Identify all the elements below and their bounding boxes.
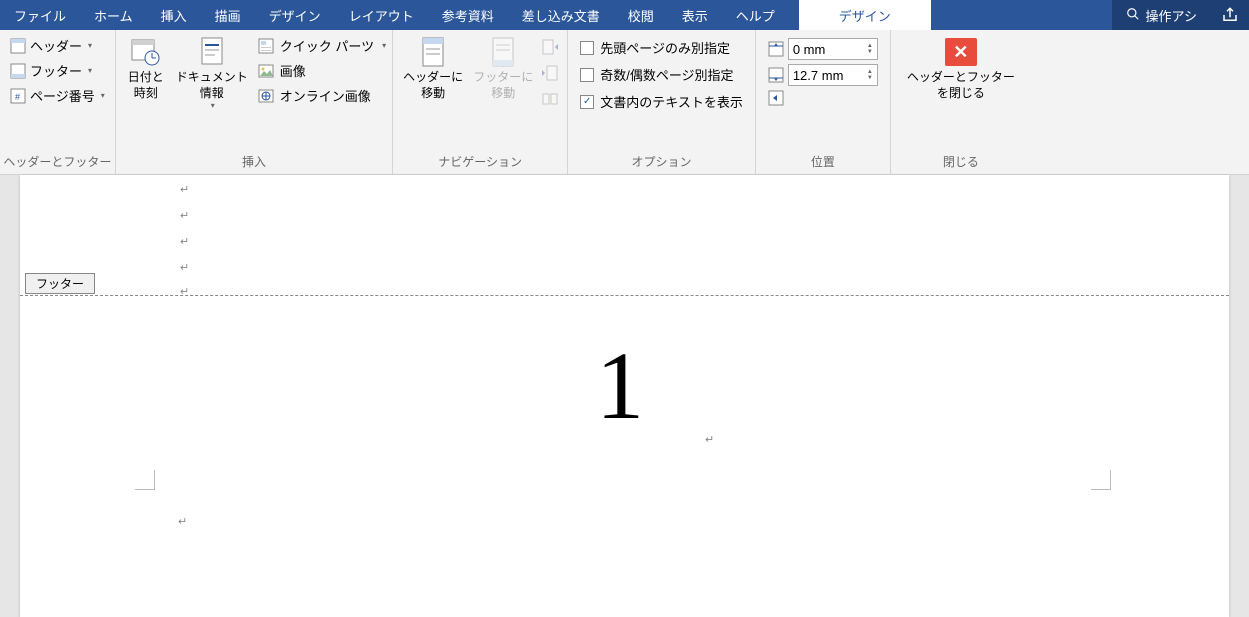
dropdown-arrow-icon: ▾ [382,41,386,50]
next-button[interactable] [541,64,559,82]
datetime-icon [130,36,162,68]
menu-insert[interactable]: 挿入 [147,0,201,30]
paragraph-mark: ↵ [178,515,187,528]
group-label: ナビゲーション [393,151,567,174]
document-area[interactable]: ↵ ↵ ↵ ↵ ↵ フッター 1 ↵ ↵ [20,175,1229,617]
ribbon-group-header-footer: ヘッダー ▾ フッター ▾ # ページ番号 ▾ ヘッダーとフッター [0,30,116,174]
image-icon [258,63,274,79]
insert-alignment-tab-icon[interactable] [768,90,784,106]
paragraph-mark: ↵ [180,285,189,298]
header-from-top-icon [768,41,784,57]
dropdown-arrow-icon: ▾ [211,101,215,111]
spinner-icon[interactable]: ▲▼ [867,69,873,81]
goto-footer-icon [487,36,519,68]
paragraph-mark: ↵ [180,235,189,248]
menu-file[interactable]: ファイル [0,0,80,30]
footer-icon [10,63,26,79]
group-label: オプション [568,151,755,174]
spinner-icon[interactable]: ▲▼ [867,43,873,55]
menu-help[interactable]: ヘルプ [722,0,789,30]
ribbon-group-close: ✕ ヘッダーとフッター を閉じる 閉じる [891,30,1031,174]
online-image-icon [258,88,274,104]
footer-boundary [20,295,1229,296]
menubar: ファイル ホーム 挿入 描画 デザイン レイアウト 参考資料 差し込み文書 校閲… [0,0,1249,30]
paragraph-mark: ↵ [180,183,189,196]
ribbon-group-navigation: ヘッダーに 移動 フッターに 移動 ナビゲーション [393,30,568,174]
ribbon-group-insert: 日付と 時刻 ドキュメント 情報 ▾ クイック パーツ ▾ 画像 [116,30,393,174]
ribbon-group-position: 0 mm ▲▼ 12.7 mm ▲▼ 位置 [756,30,891,174]
goto-header-button[interactable]: ヘッダーに 移動 [399,34,467,103]
footer-from-bottom-input[interactable]: 12.7 mm ▲▼ [788,64,878,86]
page-number-field[interactable]: 1 [596,330,644,441]
online-image-button[interactable]: オンライン画像 [258,86,386,105]
menu-layout[interactable]: レイアウト [335,0,428,30]
share-button[interactable] [1211,0,1249,30]
previous-button[interactable] [541,38,559,56]
menu-review[interactable]: 校閲 [614,0,668,30]
checkbox-checked-icon: ✓ [580,95,594,109]
group-label: 挿入 [116,151,392,174]
paragraph-mark: ↵ [180,261,189,274]
search-icon [1126,7,1140,24]
header-from-top-input[interactable]: 0 mm ▲▼ [788,38,878,60]
group-label: 位置 [756,151,890,174]
datetime-button[interactable]: 日付と 時刻 [122,34,170,103]
margin-corner-icon [135,470,155,490]
image-button[interactable]: 画像 [258,61,386,80]
footer-button[interactable]: フッター ▾ [10,61,105,80]
group-label: ヘッダーとフッター [0,151,115,174]
quickparts-icon [258,38,274,54]
margin-corner-icon [1091,470,1111,490]
menu-draw[interactable]: 描画 [201,0,255,30]
checkbox-unchecked-icon [580,41,594,55]
menu-view[interactable]: 表示 [668,0,722,30]
dropdown-arrow-icon: ▾ [88,66,92,75]
dropdown-arrow-icon: ▾ [88,41,92,50]
group-label: 閉じる [891,151,1031,174]
paragraph-mark: ↵ [705,433,714,446]
paragraph-mark: ↵ [180,209,189,222]
ribbon: ヘッダー ▾ フッター ▾ # ページ番号 ▾ ヘッダーとフッター [0,30,1249,175]
tell-me-search[interactable]: 操作アシ [1112,0,1211,30]
footer-tag: フッター [25,273,95,294]
menu-design[interactable]: デザイン [255,0,335,30]
link-previous-button[interactable] [541,90,559,108]
footer-from-bottom-icon [768,67,784,83]
checkbox-unchecked-icon [580,68,594,82]
close-header-footer-button[interactable]: ✕ ヘッダーとフッター を閉じる [897,34,1025,105]
contextual-tab-design[interactable]: デザイン [799,0,931,30]
close-icon: ✕ [945,38,977,66]
menu-mailings[interactable]: 差し込み文書 [508,0,614,30]
first-page-checkbox[interactable]: 先頭ページのみ別指定 [580,38,743,57]
page-number-button[interactable]: # ページ番号 ▾ [10,86,105,105]
quickparts-button[interactable]: クイック パーツ ▾ [258,36,386,55]
page-number-icon: # [10,88,26,104]
menu-home[interactable]: ホーム [80,0,147,30]
docinfo-icon [196,36,228,68]
search-label: 操作アシ [1146,6,1197,25]
goto-footer-button: フッターに 移動 [469,34,537,103]
ribbon-group-options: 先頭ページのみ別指定 奇数/偶数ページ別指定 ✓ 文書内のテキストを表示 オプシ… [568,30,756,174]
menu-references[interactable]: 参考資料 [428,0,508,30]
docinfo-button[interactable]: ドキュメント 情報 ▾ [170,34,254,114]
show-text-checkbox[interactable]: ✓ 文書内のテキストを表示 [580,92,743,111]
svg-text:#: # [15,92,20,102]
goto-header-icon [417,36,449,68]
odd-even-checkbox[interactable]: 奇数/偶数ページ別指定 [580,65,743,84]
header-icon [10,38,26,54]
header-button[interactable]: ヘッダー ▾ [10,36,105,55]
dropdown-arrow-icon: ▾ [101,91,105,100]
